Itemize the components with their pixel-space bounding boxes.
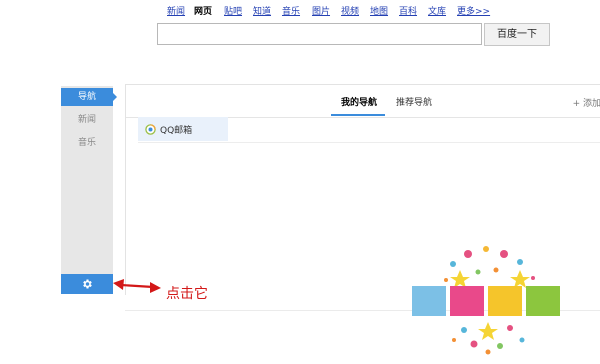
divider [138,142,600,143]
search-button[interactable]: 百度一下 [484,23,550,46]
nav-tile-qq-mail[interactable]: QQ邮箱 [138,117,228,141]
nav-link-map[interactable]: 地图 [370,4,388,17]
settings-button[interactable] [61,274,113,294]
sidebar-item-navigation[interactable]: 导航 [61,88,117,106]
nav-link-wenku[interactable]: 文库 [428,4,446,17]
tab-my-navigation[interactable]: 我的导航 [341,95,377,108]
double-arrow-icon [113,279,161,293]
nav-link-more[interactable]: 更多>> [457,4,490,17]
nav-link-video[interactable]: 视频 [341,4,359,17]
nav-link-news[interactable]: 新闻 [167,4,185,17]
tab-bar: 我的导航 推荐导航 + 添加 [126,85,600,118]
nav-link-zhidao[interactable]: 知道 [253,4,271,17]
qq-mail-icon [145,123,156,135]
active-tab-indicator [331,114,385,116]
nav-link-tieba[interactable]: 贴吧 [224,4,242,17]
nav-link-music[interactable]: 音乐 [282,4,300,17]
nav-tile-label: QQ邮箱 [160,125,193,136]
brand-watermark-logo [412,246,560,355]
nav-link-images[interactable]: 图片 [312,4,330,17]
annotation-text: 点击它 [166,286,208,302]
search-input[interactable] [157,23,482,45]
sidebar: 导航 新闻 音乐 [61,86,117,294]
nav-link-baike[interactable]: 百科 [399,4,417,17]
add-link-button[interactable]: + 添加 [573,96,600,109]
sidebar-item-news[interactable]: 新闻 [61,111,113,129]
nav-link-web[interactable]: 网页 [194,4,212,17]
gear-icon [83,279,92,289]
tab-recommended-navigation[interactable]: 推荐导航 [396,95,432,108]
sidebar-item-music[interactable]: 音乐 [61,134,113,152]
